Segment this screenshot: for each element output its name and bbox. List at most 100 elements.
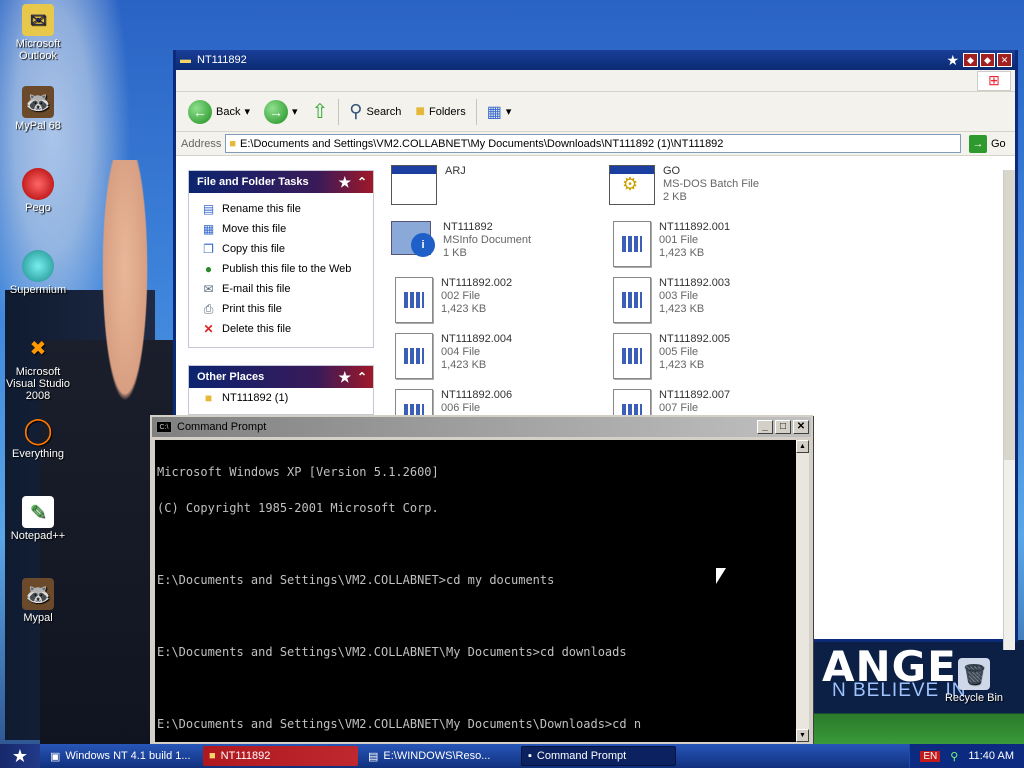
globe-icon: ● [204, 262, 213, 276]
search-button[interactable]: ⚲ Search [345, 99, 405, 124]
console-output[interactable]: Microsoft Windows XP [Version 5.1.2600] … [155, 440, 798, 742]
desktop-icon-label: Microsoft Visual Studio 2008 [5, 366, 70, 402]
explorer-scrollbar[interactable] [1003, 170, 1015, 650]
address-input[interactable]: ■ E:\Documents and Settings\VM2.COLLABNE… [225, 134, 961, 153]
file-item[interactable]: NT111892.003 003 File 1,423 KB [609, 277, 730, 323]
generic-file-icon [613, 333, 651, 379]
desktop-icon-outlook[interactable]: ✉ Microsoft Outlook [0, 4, 76, 62]
desktop-icon-recycle-bin[interactable]: 🗑 Recycle Bin [936, 658, 1012, 704]
publish-file-link[interactable]: ● Publish this file to the Web [189, 259, 373, 279]
taskbar-label: NT111892 [220, 750, 271, 762]
start-button[interactable]: ★ [0, 744, 40, 768]
taskbar-item-windows-reso[interactable]: ▤ E:\WINDOWS\Reso... [362, 746, 517, 766]
places-panel-header[interactable]: Other Places ★ ⌃ [189, 366, 373, 388]
go-button[interactable]: → Go [965, 134, 1015, 153]
file-type: 005 File [659, 346, 699, 358]
other-places-panel: Other Places ★ ⌃ ■ NT111892 (1) [188, 365, 374, 415]
search-label: Search [366, 105, 402, 118]
desktop-icon-label: Supermium [9, 284, 67, 296]
file-item[interactable]: NT111892.005 005 File 1,423 KB [609, 333, 730, 379]
task-label: Print this file [222, 303, 282, 315]
close-button[interactable]: ✕ [997, 53, 1012, 67]
dropdown-icon[interactable]: ▾ [244, 105, 250, 118]
scrollbar-thumb[interactable] [1004, 170, 1015, 460]
network-icon[interactable]: ⚲ [950, 750, 958, 763]
folder-icon: ■ [229, 137, 237, 150]
collapse-icon[interactable]: ⌃ [357, 370, 367, 384]
folders-button[interactable]: ■ Folders [411, 101, 469, 123]
file-item[interactable]: ARJ [391, 165, 466, 205]
folders-label: Folders [429, 105, 466, 118]
address-label: Address [181, 137, 222, 150]
maximize-button[interactable]: ◆ [980, 53, 995, 67]
rename-file-link[interactable]: ▤ Rename this file [189, 199, 373, 219]
file-item[interactable]: i NT111892 MSInfo Document 1 KB [391, 221, 531, 265]
cmd-icon: C:\ [156, 421, 172, 433]
taskbar-item-windows-nt[interactable]: ▣ Windows NT 4.1 build 1... [44, 746, 199, 766]
file-item[interactable]: ⚙ GO MS-DOS Batch File 2 KB [609, 165, 759, 205]
taskbar-item-command-prompt[interactable]: ▪ Command Prompt [521, 746, 676, 766]
cmd-scrollbar[interactable]: ▲ ▼ [796, 440, 809, 742]
desktop-icon-mypal[interactable]: 🦝 Mypal [0, 578, 76, 624]
minimize-button[interactable]: ◆ [963, 53, 978, 67]
cmd-icon: ▪ [528, 750, 532, 762]
desktop-icon-supermium[interactable]: Supermium [0, 250, 76, 296]
forward-button[interactable]: → ▾ [260, 98, 302, 126]
taskbar-item-nt111892[interactable]: ■ NT111892 [203, 746, 358, 766]
file-item[interactable]: NT111892.001 001 File 1,423 KB [609, 221, 730, 267]
desktop-icon-label: Mypal [23, 612, 53, 624]
star-icon: ★ [338, 368, 351, 385]
language-indicator[interactable]: EN [920, 750, 941, 762]
move-icon: ▦ [202, 222, 215, 236]
clock[interactable]: 11:40 AM [968, 750, 1014, 762]
file-size: 1,423 KB [659, 303, 705, 315]
everything-icon: ◯ [23, 414, 53, 445]
address-value: E:\Documents and Settings\VM2.COLLABNET\… [240, 137, 724, 150]
collapse-icon[interactable]: ⌃ [357, 175, 367, 189]
print-file-link[interactable]: ⎙ Print this file [189, 299, 373, 319]
scroll-up-icon[interactable]: ▲ [796, 440, 809, 453]
file-name: NT111892.006 [441, 389, 513, 401]
desktop-icon-everything[interactable]: ◯ Everything [0, 414, 76, 461]
back-button[interactable]: ← Back ▾ [184, 98, 254, 126]
email-file-link[interactable]: ✉ E-mail this file [189, 279, 373, 299]
file-name: NT111892.007 [659, 389, 731, 401]
views-button[interactable]: ▦ ▾ [483, 100, 516, 124]
copy-file-link[interactable]: ❐ Copy this file [189, 239, 373, 259]
maximize-button[interactable]: □ [775, 420, 791, 434]
move-file-link[interactable]: ▦ Move this file [189, 219, 373, 239]
file-item[interactable]: NT111892.002 002 File 1,423 KB [391, 277, 512, 323]
desktop-icon-notepadpp[interactable]: ✎ Notepad++ [0, 496, 76, 542]
desktop-icon-mypal68[interactable]: 🦝 MyPal 68 [0, 86, 76, 132]
toolbar-separator [475, 98, 477, 125]
up-button[interactable]: ⇧ [308, 97, 333, 126]
go-arrow-icon: → [969, 134, 987, 153]
file-size: 1,423 KB [659, 359, 705, 371]
place-link-nt111892-1[interactable]: ■ NT111892 (1) [189, 388, 373, 408]
console-line: (C) Copyright 1985-2001 Microsoft Corp. [157, 501, 439, 515]
delete-file-link[interactable]: ✕ Delete this file [189, 319, 373, 339]
desktop-icon-pego[interactable]: Pego [0, 168, 76, 214]
desktop-icon-visual-studio[interactable]: ✖ Microsoft Visual Studio 2008 [0, 332, 76, 403]
command-prompt-window: C:\ Command Prompt _ □ ✕ Microsoft Windo… [150, 415, 813, 745]
close-button[interactable]: ✕ [793, 420, 809, 434]
window-title: NT111892 [197, 54, 247, 66]
file-item[interactable]: NT111892.004 004 File 1,423 KB [391, 333, 512, 379]
minimize-button[interactable]: _ [757, 420, 773, 434]
scroll-down-icon[interactable]: ▼ [796, 729, 809, 742]
folders-icon: ■ [415, 102, 426, 120]
tasks-panel-header[interactable]: File and Folder Tasks ★ ⌃ [189, 171, 373, 193]
explorer-titlebar[interactable]: ▬ NT111892 ★ ◆ ◆ ✕ [176, 50, 1015, 70]
console-line: E:\Documents and Settings\VM2.COLLABNET>… [157, 573, 555, 587]
visual-studio-icon: ✖ [29, 337, 47, 360]
outlook-icon: ✉ [22, 4, 54, 36]
dropdown-icon: ▾ [505, 106, 512, 118]
star-icon: ★ [946, 51, 959, 68]
cmd-titlebar[interactable]: C:\ Command Prompt _ □ ✕ [152, 417, 811, 437]
back-arrow-icon: ← [188, 99, 212, 124]
dropdown-icon[interactable]: ▾ [292, 105, 298, 118]
taskbar: ★ ▣ Windows NT 4.1 build 1... ■ NT111892 ▤… [0, 744, 1024, 768]
up-folder-icon: ⇧ [311, 101, 329, 123]
places-panel-title: Other Places [197, 371, 265, 383]
